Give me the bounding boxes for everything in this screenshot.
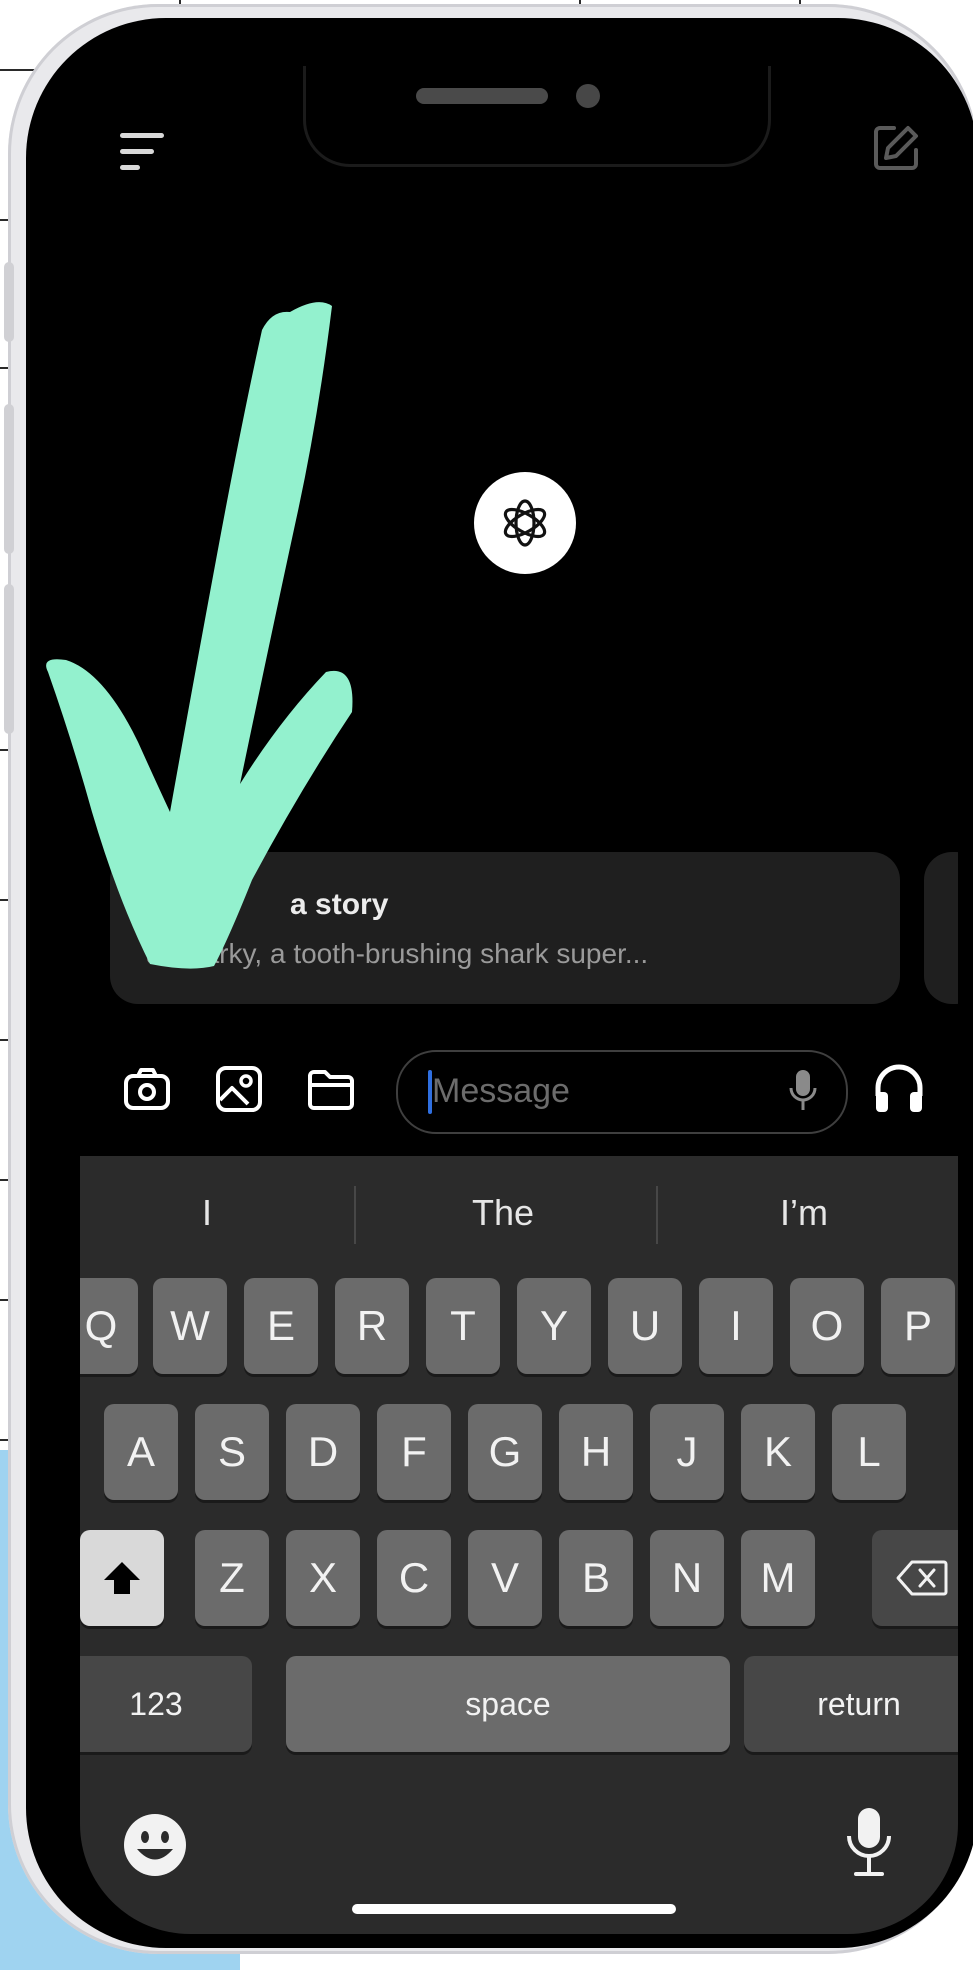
phone-bezel: ChatGPT 4o ›	[26, 18, 973, 1948]
phone-screen: ChatGPT 4o ›	[80, 66, 958, 1934]
suggestion-card[interactable]: a story a Sharky, a tooth-brushing shark…	[110, 852, 900, 1004]
key-w[interactable]: W	[153, 1278, 227, 1374]
hamburger-menu-icon[interactable]	[120, 131, 166, 171]
shift-key[interactable]	[80, 1530, 164, 1626]
prediction-2[interactable]: The	[472, 1192, 534, 1234]
message-placeholder: Message	[432, 1072, 570, 1110]
phone-side-button	[4, 262, 14, 342]
notch	[306, 66, 768, 164]
folder-icon[interactable]	[306, 1064, 356, 1114]
space-key[interactable]: space	[286, 1656, 730, 1752]
key-m[interactable]: M	[741, 1530, 815, 1626]
key-a[interactable]: A	[104, 1404, 178, 1500]
key-k[interactable]: K	[741, 1404, 815, 1500]
key-y[interactable]: Y	[517, 1278, 591, 1374]
key-x[interactable]: X	[286, 1530, 360, 1626]
key-g[interactable]: G	[468, 1404, 542, 1500]
key-n[interactable]: N	[650, 1530, 724, 1626]
keyboard: I The I’m Q W E R T Y U I O P A S D F G …	[80, 1156, 958, 1934]
key-t[interactable]: T	[426, 1278, 500, 1374]
key-z[interactable]: Z	[195, 1530, 269, 1626]
phone-frame: ChatGPT 4o ›	[4, 4, 973, 1954]
emoji-icon[interactable]	[122, 1812, 188, 1878]
key-o[interactable]: O	[790, 1278, 864, 1374]
suggestion-title: a story	[290, 888, 389, 921]
camera-icon[interactable]	[122, 1064, 172, 1114]
openai-knot-icon	[503, 499, 547, 547]
key-c[interactable]: C	[377, 1530, 451, 1626]
photo-icon[interactable]	[214, 1064, 264, 1114]
front-camera	[576, 84, 600, 108]
key-j[interactable]: J	[650, 1404, 724, 1500]
suggestion-subtitle: a Sharky, a tooth-brushing shark super..…	[146, 938, 649, 969]
backspace-key[interactable]	[872, 1530, 958, 1626]
home-indicator[interactable]	[352, 1904, 676, 1914]
key-f[interactable]: F	[377, 1404, 451, 1500]
shift-icon	[104, 1562, 140, 1594]
key-i[interactable]: I	[699, 1278, 773, 1374]
key-q[interactable]: Q	[80, 1278, 138, 1374]
prediction-divider	[354, 1186, 356, 1244]
key-h[interactable]: H	[559, 1404, 633, 1500]
headphones-icon[interactable]	[872, 1062, 926, 1116]
key-l[interactable]: L	[832, 1404, 906, 1500]
microphone-icon[interactable]	[788, 1068, 818, 1114]
suggestion-card-next[interactable]	[924, 852, 958, 1004]
key-p[interactable]: P	[881, 1278, 955, 1374]
key-v[interactable]: V	[468, 1530, 542, 1626]
key-s[interactable]: S	[195, 1404, 269, 1500]
key-d[interactable]: D	[286, 1404, 360, 1500]
prediction-divider	[656, 1186, 658, 1244]
return-key[interactable]: return	[744, 1656, 958, 1752]
key-u[interactable]: U	[608, 1278, 682, 1374]
speaker	[416, 88, 548, 104]
numbers-key[interactable]: 123	[80, 1656, 252, 1752]
key-e[interactable]: E	[244, 1278, 318, 1374]
openai-logo-icon	[474, 472, 576, 574]
key-b[interactable]: B	[559, 1530, 633, 1626]
backspace-icon	[896, 1560, 948, 1596]
prediction-1[interactable]: I	[202, 1192, 212, 1234]
message-input[interactable]: Message	[396, 1050, 848, 1134]
dictation-microphone-icon[interactable]	[844, 1806, 894, 1880]
key-r[interactable]: R	[335, 1278, 409, 1374]
new-chat-edit-icon[interactable]	[870, 122, 922, 174]
prediction-3[interactable]: I’m	[780, 1192, 828, 1234]
phone-side-button	[4, 584, 14, 734]
phone-side-button	[4, 404, 14, 554]
